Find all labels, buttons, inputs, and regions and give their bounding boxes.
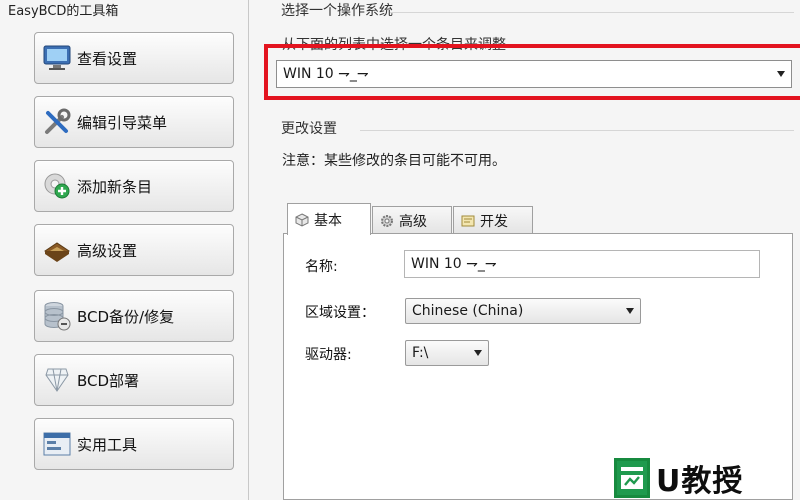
- locale-select-value: Chinese (China): [412, 303, 524, 319]
- deploy-icon: [41, 364, 73, 396]
- utilities-label: 实用工具: [77, 435, 138, 454]
- tab-basic[interactable]: 基本: [287, 203, 371, 235]
- os-section-title: 选择一个操作系统: [281, 3, 393, 19]
- os-section-divider: [390, 12, 794, 13]
- add-entry-icon: [41, 170, 73, 202]
- bcd-deploy-button[interactable]: BCD部署: [34, 354, 234, 406]
- locale-label: 区域设置：: [305, 305, 375, 321]
- edit-boot-menu-button[interactable]: 编辑引导菜单: [34, 96, 234, 148]
- add-new-entry-button[interactable]: 添加新条目: [34, 160, 234, 212]
- monitor-icon: [41, 42, 73, 74]
- bcd-backup-repair-button[interactable]: BCD备份/修复: [34, 290, 234, 342]
- advanced-settings-button[interactable]: 高级设置: [34, 224, 234, 276]
- drive-select[interactable]: F:\: [405, 340, 489, 366]
- locale-select[interactable]: Chinese (China): [405, 298, 641, 324]
- drive-select-value: F:\: [412, 345, 429, 361]
- cube-icon: [294, 212, 310, 228]
- dropdown-arrow-icon: [777, 71, 785, 77]
- os-select-dropdown[interactable]: WIN 10 ⇁_⇁: [276, 60, 792, 88]
- database-icon: [41, 300, 73, 332]
- toolbox-title: EasyBCD的工具箱: [8, 4, 119, 19]
- advanced-chip-icon: [41, 234, 73, 266]
- advanced-settings-label: 高级设置: [77, 241, 138, 260]
- dev-icon: [460, 213, 476, 229]
- locale-dropdown-arrow-icon: [626, 308, 634, 314]
- tab-developer-label: 开发: [480, 213, 508, 230]
- tools-icon: [41, 106, 73, 138]
- os-select-value: WIN 10 ⇁_⇁: [283, 66, 369, 82]
- name-input-value: WIN 10 ⇁_⇁: [411, 256, 497, 272]
- bcd-backup-repair-label: BCD备份/修复: [77, 307, 175, 326]
- name-input[interactable]: WIN 10 ⇁_⇁: [404, 250, 760, 278]
- os-instruction: 从下面的列表中选择一个条目来调整: [282, 37, 506, 53]
- utilities-button[interactable]: 实用工具: [34, 418, 234, 470]
- gear-icon: [379, 213, 395, 229]
- settings-section-divider: [360, 130, 794, 131]
- view-settings-label: 查看设置: [77, 49, 138, 68]
- watermark-logo: U教授: [614, 456, 800, 500]
- tab-advanced-label: 高级: [399, 213, 427, 230]
- utilities-icon: [41, 428, 73, 460]
- add-new-entry-label: 添加新条目: [77, 177, 153, 196]
- settings-note: 注意：某些修改的条目可能不可用。: [282, 153, 506, 169]
- bcd-deploy-label: BCD部署: [77, 371, 140, 390]
- toolbox-panel: EasyBCD的工具箱 查看设置 编辑引导菜单 添加新条目 高级设置 BCD备份…: [0, 0, 250, 500]
- watermark-badge-icon: [614, 458, 650, 498]
- view-settings-button[interactable]: 查看设置: [34, 32, 234, 84]
- tab-advanced[interactable]: 高级: [372, 206, 452, 234]
- edit-boot-menu-label: 编辑引导菜单: [77, 113, 168, 132]
- drive-label: 驱动器:: [305, 347, 352, 363]
- name-label: 名称:: [305, 259, 338, 275]
- tab-developer[interactable]: 开发: [453, 206, 533, 234]
- tab-basic-label: 基本: [314, 212, 342, 229]
- settings-section-title: 更改设置: [281, 121, 337, 137]
- watermark-text: U教授: [656, 464, 744, 499]
- toolbox-divider: [248, 0, 249, 500]
- drive-dropdown-arrow-icon: [474, 350, 482, 356]
